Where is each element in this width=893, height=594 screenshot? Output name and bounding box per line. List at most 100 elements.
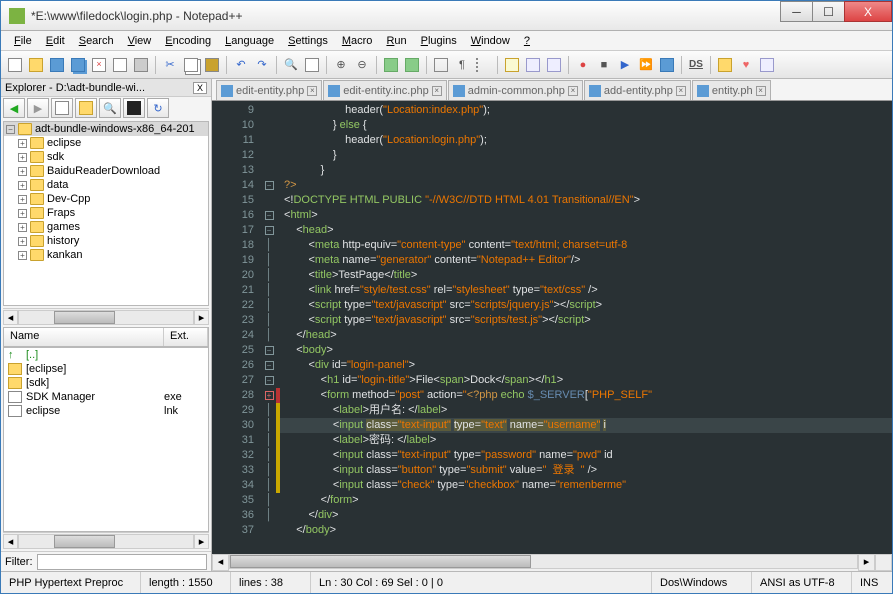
- nav-new-file-button[interactable]: [51, 98, 73, 118]
- menu-search[interactable]: Search: [72, 33, 121, 49]
- tree-item[interactable]: +Fraps: [4, 206, 208, 220]
- filelist-item[interactable]: SDK Managerexe: [4, 390, 208, 404]
- filelist-item[interactable]: [sdk]: [4, 376, 208, 390]
- file-tab[interactable]: edit-entity.inc.php×: [323, 80, 446, 100]
- save-icon[interactable]: [47, 55, 67, 75]
- titlebar[interactable]: *E:\www\filedock\login.php - Notepad++ ─…: [1, 1, 892, 31]
- file-tab[interactable]: entity.ph×: [692, 80, 771, 100]
- menubar: FileEditSearchViewEncodingLanguageSettin…: [1, 31, 892, 51]
- zoom-in-icon[interactable]: ⊕: [331, 55, 351, 75]
- nav-back-button[interactable]: ◀: [3, 98, 25, 118]
- fold-column[interactable]: −−−│││││││−−−+││││││││: [262, 101, 276, 554]
- wrap-icon[interactable]: [431, 55, 451, 75]
- status-encoding: ANSI as UTF-8: [752, 572, 852, 593]
- minimize-button[interactable]: ─: [780, 1, 813, 22]
- tree-item[interactable]: +games: [4, 220, 208, 234]
- stop-macro-icon[interactable]: ■: [594, 55, 614, 75]
- tab-close-icon[interactable]: ×: [756, 86, 766, 96]
- save-macro-icon[interactable]: [657, 55, 677, 75]
- zoom-out-icon[interactable]: ⊖: [352, 55, 372, 75]
- copy-icon[interactable]: [181, 55, 201, 75]
- tree-item[interactable]: +BaiduReaderDownload: [4, 164, 208, 178]
- tree-root[interactable]: −adt-bundle-windows-x86_64-201: [4, 122, 208, 136]
- dspellcheck-icon[interactable]: DS: [686, 55, 706, 75]
- explorer-close-button[interactable]: X: [193, 82, 207, 94]
- nav-refresh-button[interactable]: ↻: [147, 98, 169, 118]
- tab-file-icon: [453, 85, 465, 97]
- tree-item[interactable]: +kankan: [4, 248, 208, 262]
- tree-hscroll[interactable]: ◂ ▸: [3, 308, 209, 325]
- close-file-icon[interactable]: ×: [89, 55, 109, 75]
- file-tab[interactable]: admin-common.php×: [448, 80, 583, 100]
- filter-input[interactable]: [37, 554, 208, 570]
- indent-guide-icon[interactable]: [473, 55, 493, 75]
- menu-view[interactable]: View: [121, 33, 159, 49]
- nav-fwd-button[interactable]: ▶: [27, 98, 49, 118]
- code-editor[interactable]: 9101112131415161718192021222324252627282…: [212, 101, 892, 554]
- compare-icon[interactable]: [757, 55, 777, 75]
- menu-[interactable]: ?: [517, 33, 537, 49]
- menu-window[interactable]: Window: [464, 33, 517, 49]
- menu-file[interactable]: File: [7, 33, 39, 49]
- toolbar: × ✂ ↶ ↷ 🔍 ⊕ ⊖ ¶ ● ■ ▶ ⏩ DS: [1, 51, 892, 79]
- tab-close-icon[interactable]: ×: [307, 86, 317, 96]
- close-button[interactable]: X: [844, 1, 892, 22]
- tab-close-icon[interactable]: ×: [676, 86, 686, 96]
- favorites-icon[interactable]: ♥: [736, 55, 756, 75]
- filelist-item[interactable]: [eclipse]: [4, 362, 208, 376]
- tab-file-icon: [589, 85, 601, 97]
- editor-hscroll[interactable]: ◂ ▸: [212, 554, 892, 571]
- print-icon[interactable]: [131, 55, 151, 75]
- nav-terminal-button[interactable]: [123, 98, 145, 118]
- func-list-icon[interactable]: [544, 55, 564, 75]
- tree-item[interactable]: +data: [4, 178, 208, 192]
- folder-tree[interactable]: −adt-bundle-windows-x86_64-201+eclipse+s…: [3, 121, 209, 306]
- replace-icon[interactable]: [302, 55, 322, 75]
- maximize-button[interactable]: ☐: [812, 1, 845, 22]
- record-macro-icon[interactable]: ●: [573, 55, 593, 75]
- tree-item[interactable]: +eclipse: [4, 136, 208, 150]
- play-macro-icon[interactable]: ▶: [615, 55, 635, 75]
- nav-find-button[interactable]: 🔍: [99, 98, 121, 118]
- nav-new-folder-button[interactable]: [75, 98, 97, 118]
- menu-plugins[interactable]: Plugins: [414, 33, 464, 49]
- explorer-panel: Explorer - D:\adt-bundle-wi... X ◀ ▶ 🔍 ↻…: [1, 79, 212, 571]
- col-name[interactable]: Name: [4, 328, 164, 346]
- play-multi-icon[interactable]: ⏩: [636, 55, 656, 75]
- tab-close-icon[interactable]: ×: [568, 86, 578, 96]
- paste-icon[interactable]: [202, 55, 222, 75]
- filelist-item[interactable]: ↑[..]: [4, 348, 208, 362]
- app-window: *E:\www\filedock\login.php - Notepad++ ─…: [0, 0, 893, 594]
- open-file-icon[interactable]: [26, 55, 46, 75]
- filelist-item[interactable]: eclipselnk: [4, 404, 208, 418]
- code-content[interactable]: header("Location:index.php"); } else { h…: [280, 101, 892, 554]
- file-tab[interactable]: edit-entity.php×: [216, 80, 322, 100]
- filelist-hscroll[interactable]: ◂ ▸: [3, 532, 209, 549]
- show-all-chars-icon[interactable]: ¶: [452, 55, 472, 75]
- undo-icon[interactable]: ↶: [231, 55, 251, 75]
- find-icon[interactable]: 🔍: [281, 55, 301, 75]
- col-ext[interactable]: Ext.: [164, 328, 208, 346]
- sync-v-icon[interactable]: [381, 55, 401, 75]
- explorer-icon[interactable]: [715, 55, 735, 75]
- lang-icon[interactable]: [502, 55, 522, 75]
- redo-icon[interactable]: ↷: [252, 55, 272, 75]
- cut-icon[interactable]: ✂: [160, 55, 180, 75]
- menu-macro[interactable]: Macro: [335, 33, 380, 49]
- file-tab[interactable]: add-entity.php×: [584, 80, 691, 100]
- menu-language[interactable]: Language: [218, 33, 281, 49]
- menu-encoding[interactable]: Encoding: [158, 33, 218, 49]
- file-list[interactable]: ↑[..][eclipse][sdk]SDK Managerexeeclipse…: [3, 347, 209, 532]
- menu-settings[interactable]: Settings: [281, 33, 335, 49]
- tree-item[interactable]: +history: [4, 234, 208, 248]
- doc-map-icon[interactable]: [523, 55, 543, 75]
- save-all-icon[interactable]: [68, 55, 88, 75]
- tree-item[interactable]: +Dev-Cpp: [4, 192, 208, 206]
- tree-item[interactable]: +sdk: [4, 150, 208, 164]
- tab-close-icon[interactable]: ×: [432, 86, 442, 96]
- close-all-icon[interactable]: [110, 55, 130, 75]
- sync-h-icon[interactable]: [402, 55, 422, 75]
- new-file-icon[interactable]: [5, 55, 25, 75]
- menu-edit[interactable]: Edit: [39, 33, 72, 49]
- menu-run[interactable]: Run: [379, 33, 413, 49]
